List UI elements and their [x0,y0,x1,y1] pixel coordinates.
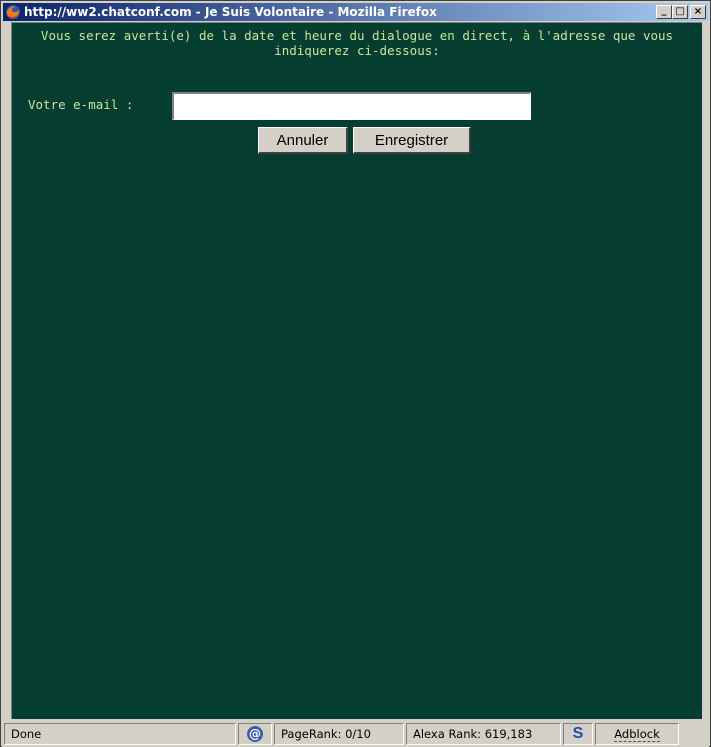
close-button[interactable]: × [690,5,706,19]
page-content: Vous serez averti(e) de la date et heure… [11,22,702,719]
adblock-button[interactable]: Adblock [595,723,679,745]
s-button[interactable]: S [563,723,593,745]
pagerank-indicator[interactable]: PageRank: 0/10 [274,723,404,745]
close-icon: × [693,6,703,17]
status-bar: Done @ PageRank: 0/10 Alexa Rank: 619,18… [2,721,709,747]
at-button[interactable]: @ [238,723,272,745]
s-icon: S [572,725,584,742]
window-controls: _ □ × [656,5,706,19]
firefox-icon [6,5,20,19]
browser-window: http://ww2.chatconf.com - Je Suis Volont… [0,0,711,747]
maximize-icon: □ [675,6,685,17]
email-field[interactable] [172,92,531,120]
window-title: http://ww2.chatconf.com - Je Suis Volont… [24,5,437,19]
minimize-icon: _ [661,4,667,16]
save-button[interactable]: Enregistrer [353,127,471,154]
title-bar[interactable]: http://ww2.chatconf.com - Je Suis Volont… [3,3,708,21]
at-icon-glyph: @ [249,727,261,741]
email-label: Votre e-mail : [28,97,134,112]
at-icon: @ [247,726,263,742]
cancel-button[interactable]: Annuler [258,127,348,154]
status-text: Done [4,723,236,745]
adblock-label: Adblock [614,726,660,742]
minimize-button[interactable]: _ [656,5,672,19]
alexa-rank-indicator[interactable]: Alexa Rank: 619,183 [406,723,561,745]
notification-message: Vous serez averti(e) de la date et heure… [40,28,674,58]
maximize-button[interactable]: □ [672,5,688,19]
